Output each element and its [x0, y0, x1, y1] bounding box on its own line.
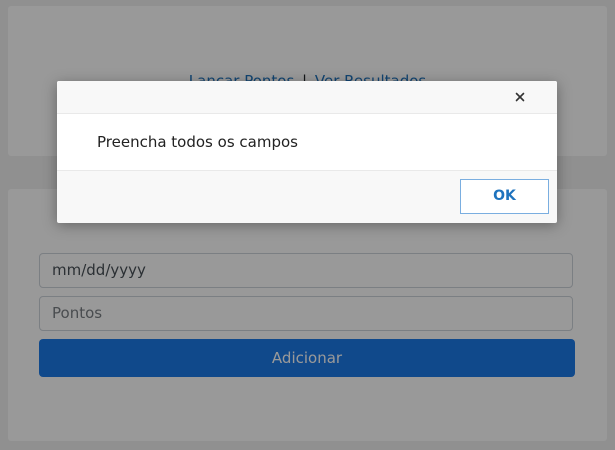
ok-button[interactable]: OK: [460, 179, 549, 214]
dialog-header: [57, 81, 557, 114]
dialog-footer: OK: [57, 170, 557, 223]
close-icon[interactable]: [513, 90, 527, 104]
alert-dialog: Preencha todos os campos OK: [57, 81, 557, 223]
modal-overlay: [0, 0, 615, 450]
dialog-message: Preencha todos os campos: [97, 133, 298, 151]
